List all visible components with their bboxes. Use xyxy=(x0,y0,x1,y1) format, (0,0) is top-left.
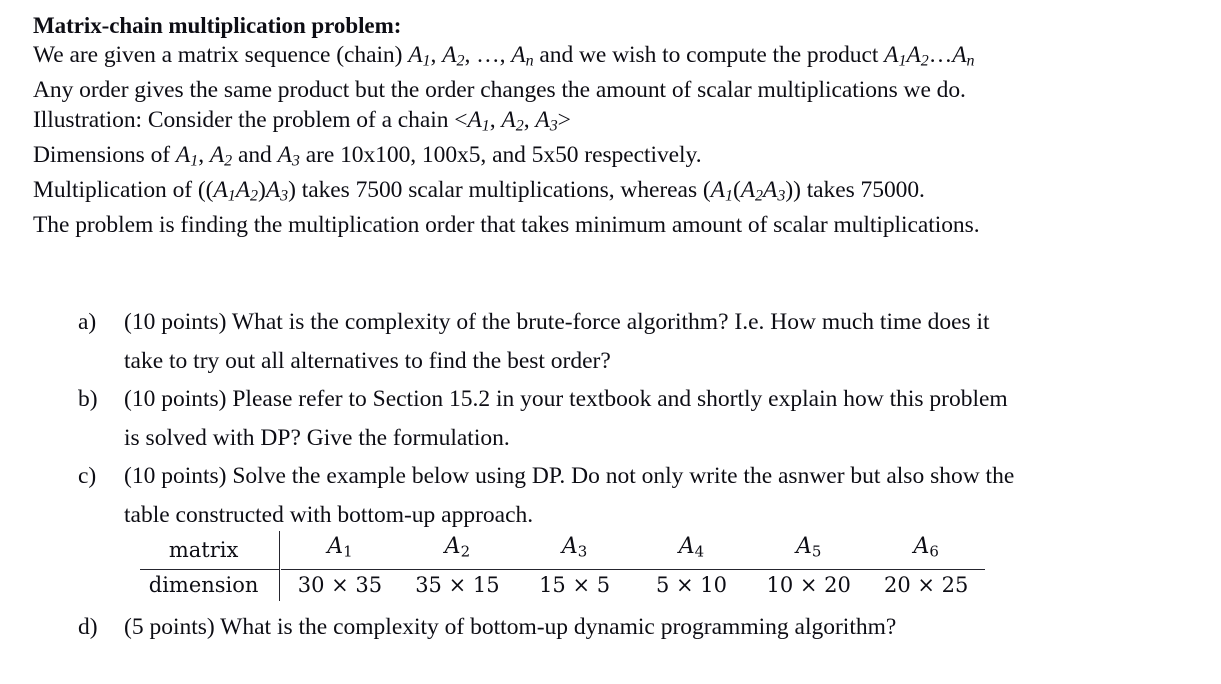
question-item-a: a) (10 points) What is the complexity of… xyxy=(78,303,1188,380)
intro-line-anyorder: Any order gives the same product but the… xyxy=(33,77,966,104)
question-body-a: (10 points) What is the complexity of th… xyxy=(124,303,1188,380)
question-list-d: d) (5 points) What is the complexity of … xyxy=(78,608,1188,647)
matrix-name-a2-base: A xyxy=(444,534,461,559)
question-marker-a: a) xyxy=(78,309,97,335)
intro-line-multiplication: Multiplication of ((A1A2)A3) takes 7500 … xyxy=(33,176,925,205)
header-cell-a6: A6 xyxy=(867,531,985,570)
matrix-name-a2-sub: 2 xyxy=(460,542,471,561)
matrix-name-a6-base: A xyxy=(913,534,930,559)
matrix-name-a5-base: A xyxy=(795,534,812,559)
intro-line-dimensions: Dimensions of A1, A2 and A3 are 10x100, … xyxy=(33,141,702,170)
question-a-line2: take to try out all alternatives to find… xyxy=(124,347,611,374)
dimension-cell-a6: 20 × 25 xyxy=(884,573,969,598)
question-body-c: (10 points) Solve the example below usin… xyxy=(124,457,1188,534)
intro-line-illustration: Illustration: Consider the problem of a … xyxy=(33,106,571,135)
matrix-name-a4-sub: 4 xyxy=(694,542,705,561)
header-cell-a1: A1 xyxy=(281,531,399,570)
intro-block: Matrix-chain multiplication problem: We … xyxy=(33,11,1193,241)
question-item-c: c) (10 points) Solve the example below u… xyxy=(78,457,1188,534)
intro-line-given: We are given a matrix sequence (chain) A… xyxy=(33,42,975,70)
intro-line-problem: The problem is finding the multiplicatio… xyxy=(33,211,980,238)
matrix-name-a6-sub: 6 xyxy=(929,542,939,561)
header-cell-a5: A5 xyxy=(749,531,868,570)
page-title: Matrix-chain multiplication problem: xyxy=(33,13,402,38)
dimension-table: matrix A1 A2 A3 A4 A5 A6 dimension 30 × … xyxy=(140,531,990,601)
matrix-name-a4-base: A xyxy=(678,534,695,559)
matrix-name-a3-sub: 3 xyxy=(577,542,588,561)
row-label-dimension: dimension xyxy=(148,573,259,598)
header-cell-a2: A2 xyxy=(398,531,517,570)
header-cell-a4: A4 xyxy=(633,531,750,570)
question-body-d: (5 points) What is the complexity of bot… xyxy=(124,608,1188,647)
dimension-cell-a5: 10 × 20 xyxy=(766,573,851,598)
question-list: a) (10 points) What is the complexity of… xyxy=(78,303,1188,534)
dimension-cell-a3: 15 × 5 xyxy=(539,573,611,598)
matrix-dimension-table: matrix A1 A2 A3 A4 A5 A6 dimension 30 × … xyxy=(140,531,985,601)
question-b-line1: (10 points) Please refer to Section 15.2… xyxy=(124,386,1008,412)
dimension-cell-a4: 5 × 10 xyxy=(655,573,727,598)
question-marker-c: c) xyxy=(78,463,97,489)
header-cell-a3: A3 xyxy=(516,531,634,570)
dimension-cell-a2: 35 × 15 xyxy=(415,573,500,598)
question-marker-d: d) xyxy=(78,614,98,640)
question-b-line2: is solved with DP? Give the formulation. xyxy=(124,424,510,451)
question-item-b: b) (10 points) Please refer to Section 1… xyxy=(78,380,1188,457)
matrix-name-a5-sub: 5 xyxy=(811,542,822,561)
dimension-cell-a1: 30 × 35 xyxy=(297,573,383,598)
question-c-line1: (10 points) Solve the example below usin… xyxy=(124,463,1015,489)
table-row-dimension: dimension 30 × 35 35 × 15 15 × 5 5 × 10 … xyxy=(140,569,985,601)
matrix-name-a3-base: A xyxy=(561,534,578,559)
question-d-line1: (5 points) What is the complexity of bot… xyxy=(124,614,897,640)
question-item-d: d) (5 points) What is the complexity of … xyxy=(78,608,1188,647)
row-label-matrix: matrix xyxy=(140,531,280,570)
question-c-line2: table constructed with bottom-up approac… xyxy=(124,501,534,528)
matrix-name-a1-sub: 1 xyxy=(343,542,353,561)
table-row-matrix: matrix A1 A2 A3 A4 A5 A6 xyxy=(140,531,985,570)
question-a-line1: (10 points) What is the complexity of th… xyxy=(124,309,990,335)
question-marker-b: b) xyxy=(78,386,98,412)
question-body-b: (10 points) Please refer to Section 15.2… xyxy=(124,380,1188,457)
matrix-name-a1-base: A xyxy=(327,534,344,559)
document-page: Matrix-chain multiplication problem: We … xyxy=(0,0,1221,684)
